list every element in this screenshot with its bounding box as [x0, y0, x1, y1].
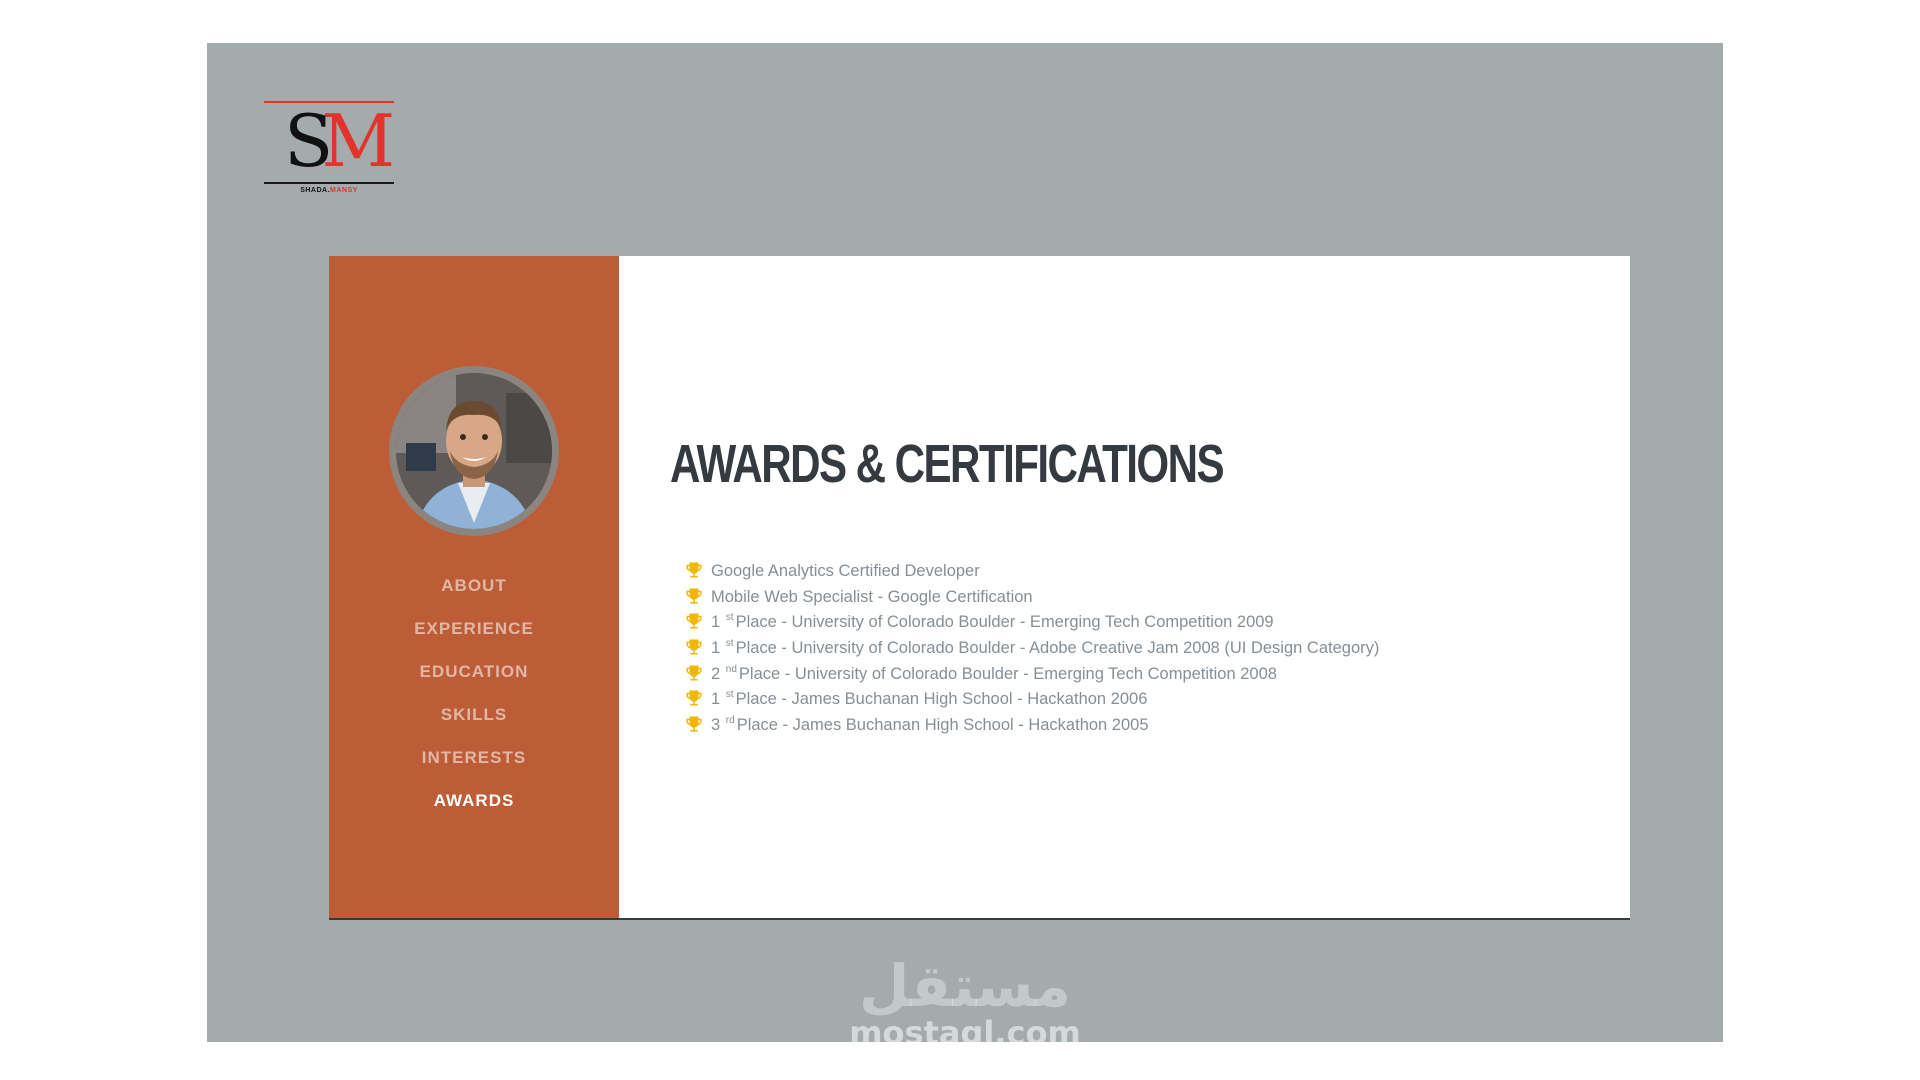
sidebar-nav: About Experience Education Skills Intere… — [329, 564, 619, 822]
award-rank-suffix: st — [725, 689, 734, 701]
award-rank: 3 — [711, 716, 721, 735]
page-frame: SM SHADA.MANSY ABOUT EXPERIENCE EDUCATIO… — [207, 43, 1723, 1042]
logo[interactable]: SM SHADA.MANSY — [264, 101, 395, 197]
watermark-latin: mostaql.com — [849, 1014, 1081, 1052]
section-title: AWARDS & CERTIFICATIONS — [670, 434, 1225, 494]
award-text: Place - University of Colorado Boulder -… — [735, 639, 1380, 658]
trophy-icon — [686, 690, 702, 706]
award-rank-suffix: rd — [725, 715, 735, 727]
trophy-icon — [686, 665, 702, 681]
nav-item-awards[interactable]: Awards — [329, 779, 619, 822]
watermark: مستقل mostaql.com — [840, 955, 1090, 1049]
avatar — [389, 366, 559, 536]
award-rank-suffix: nd — [725, 663, 737, 675]
trophy-icon — [686, 639, 702, 655]
award-text: Place - University of Colorado Boulder -… — [738, 664, 1277, 683]
awards-list: Google Analytics Certified Developer Mobi… — [685, 559, 1379, 739]
nav-item-interests[interactable]: Interests — [329, 736, 619, 779]
award-rank: 1 — [711, 639, 721, 658]
award-text: Google Analytics Certified Developer — [711, 562, 980, 580]
award-item: 2 nd Place - University of Colorado Bould… — [685, 662, 1379, 688]
award-item: 3 rd Place - James Buchanan High School -… — [685, 713, 1379, 739]
logo-letter-s: S — [284, 99, 333, 183]
avatar-portrait — [396, 373, 552, 529]
award-item: Google Analytics Certified Developer — [685, 559, 1379, 585]
nav-item-education[interactable]: Education — [329, 650, 619, 693]
nav-item-experience[interactable]: Experience — [329, 607, 619, 650]
logo-mark: SM — [284, 103, 395, 179]
award-rank: 1 — [711, 690, 721, 709]
award-text: Place - James Buchanan High School - Hac… — [735, 690, 1148, 709]
logo-subtitle: SHADA.MANSY — [264, 187, 394, 194]
logo-subtitle-dark: SHADA. — [300, 187, 331, 194]
main-content: AWARDS & CERTIFICATIONS Google Analytics… — [619, 256, 1630, 918]
award-text: Place - James Buchanan High School - Hac… — [736, 716, 1149, 735]
award-rank-suffix: st — [725, 638, 734, 650]
award-rank: 1 — [711, 613, 721, 632]
award-text: Place - University of Colorado Boulder -… — [735, 613, 1274, 632]
logo-subtitle-red: MANSY — [330, 187, 358, 194]
trophy-icon — [686, 588, 702, 604]
sidebar: About Experience Education Skills Intere… — [329, 256, 619, 918]
award-item: 1 st Place - University of Colorado Bould… — [685, 636, 1379, 662]
award-item: 1 st Place - James Buchanan High School -… — [685, 687, 1379, 713]
logo-letter-m: M — [321, 99, 395, 183]
trophy-icon — [686, 562, 702, 578]
nav-item-skills[interactable]: Skills — [329, 693, 619, 736]
trophy-icon — [686, 613, 702, 629]
watermark-arabic: مستقل — [858, 952, 1072, 1020]
award-item: 1 st Place - University of Colorado Bould… — [685, 610, 1379, 636]
resume-card: About Experience Education Skills Intere… — [329, 256, 1630, 920]
trophy-icon — [686, 716, 702, 732]
nav-item-about[interactable]: About — [329, 564, 619, 607]
award-rank: 2 — [711, 664, 721, 683]
award-text: Mobile Web Specialist - Google Certifica… — [711, 587, 1033, 606]
award-rank-suffix: st — [725, 612, 734, 624]
award-item: Mobile Web Specialist - Google Certifica… — [685, 585, 1379, 611]
